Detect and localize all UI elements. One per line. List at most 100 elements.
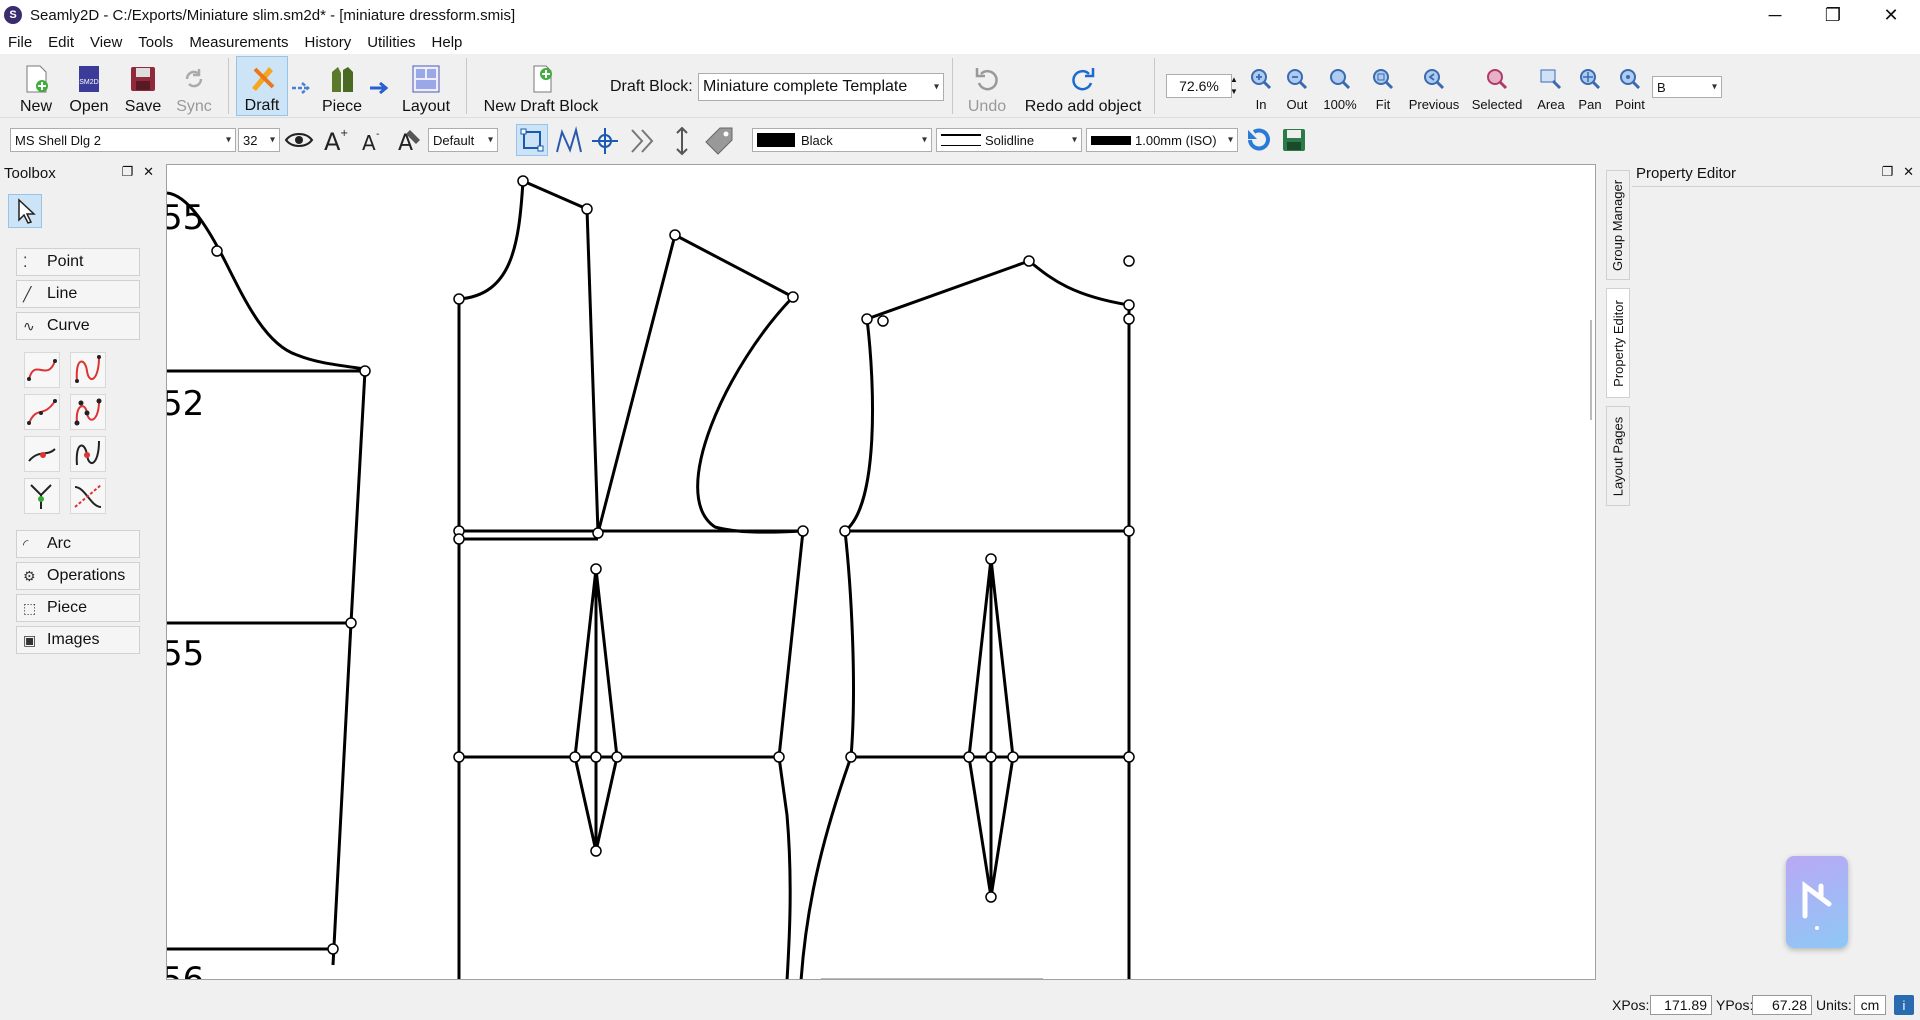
- redo-button[interactable]: Redo add object: [1020, 56, 1146, 116]
- property-editor-body: [1632, 186, 1920, 976]
- float-panel-icon[interactable]: ❐: [1881, 164, 1893, 180]
- zoom-in-button[interactable]: In: [1246, 60, 1276, 112]
- images-tool-group[interactable]: ▣ Images: [16, 626, 140, 654]
- menu-measurements[interactable]: Measurements: [181, 34, 296, 51]
- toolbox-panel: Toolbox ❐ ✕ ⁚ Point ╱ Line ∿ Curve ◜ Arc ⚙ Ope…: [0, 162, 160, 976]
- info-icon[interactable]: i: [1894, 995, 1914, 1015]
- chevron-down-icon: ▾: [1071, 134, 1077, 146]
- point-on-curve-tool[interactable]: [24, 436, 60, 472]
- line-weight-select[interactable]: 1.00mm (ISO) ▾: [1086, 128, 1238, 152]
- tag-icon[interactable]: [702, 124, 736, 156]
- menu-history[interactable]: History: [297, 34, 360, 51]
- pattern-drawing[interactable]: 55 52 55 56: [167, 165, 1596, 980]
- curves-intersection-tool[interactable]: [70, 478, 106, 514]
- cubic-spline-path-icon: [74, 398, 102, 426]
- zoom-area-button[interactable]: Area: [1534, 60, 1568, 112]
- units-value[interactable]: cm: [1854, 995, 1886, 1015]
- tab-property-editor[interactable]: Property Editor: [1606, 288, 1630, 398]
- point-tool-group[interactable]: ⁚ Point: [16, 248, 140, 276]
- new-file-icon: [26, 65, 48, 93]
- point-on-path-tool[interactable]: [70, 436, 106, 472]
- title-bar: S Seamly2D - C:/Exports/Miniature slim.s…: [0, 0, 1920, 30]
- menu-view[interactable]: View: [82, 34, 130, 51]
- open-button[interactable]: SM2D Open: [66, 56, 112, 116]
- menu-utilities[interactable]: Utilities: [359, 34, 423, 51]
- new-draft-block-button[interactable]: New Draft Block: [478, 56, 604, 116]
- piece-mode-button[interactable]: Piece: [318, 56, 366, 116]
- pan-button[interactable]: Pan: [1574, 60, 1606, 112]
- zoom-fit-icon: [1373, 69, 1394, 90]
- tab-group-manager[interactable]: Group Manager: [1606, 170, 1630, 280]
- close-panel-icon[interactable]: ✕: [143, 164, 154, 180]
- curve-tool-group[interactable]: ∿ Curve: [16, 312, 140, 340]
- drawing-canvas[interactable]: 55 52 55 56: [166, 164, 1596, 980]
- restore-button[interactable]: ❐: [1804, 0, 1862, 30]
- curve-intersect-axis-tool[interactable]: [24, 478, 60, 514]
- menu-file[interactable]: File: [0, 34, 40, 51]
- draft-pencil-icon: [252, 67, 275, 91]
- decrease-font-icon[interactable]: A-: [360, 128, 386, 154]
- new-button[interactable]: New: [14, 56, 58, 116]
- cubic-spline-tool[interactable]: [24, 394, 60, 430]
- label-style-icon[interactable]: A: [396, 126, 426, 154]
- label-style-select[interactable]: Default ▾: [428, 128, 498, 152]
- xpos-value: 171.89: [1650, 995, 1712, 1015]
- menu-bar: File Edit View Tools Measurements Histor…: [0, 30, 1920, 54]
- menu-tools[interactable]: Tools: [130, 34, 181, 51]
- save-button[interactable]: Save: [120, 56, 166, 116]
- piece-tool-group[interactable]: ⬚ Piece: [16, 594, 140, 622]
- menu-help[interactable]: Help: [424, 34, 471, 51]
- zoom-previous-button[interactable]: Previous: [1406, 60, 1462, 112]
- arrow-pointer-tool[interactable]: [8, 194, 42, 228]
- reset-format-icon[interactable]: [1244, 126, 1272, 154]
- save-format-icon[interactable]: [1280, 126, 1308, 154]
- line-tool-group[interactable]: ╱ Line: [16, 280, 140, 308]
- minimize-button[interactable]: ─: [1746, 0, 1804, 30]
- point-on-curve-icon: [28, 448, 56, 462]
- float-panel-icon[interactable]: ❐: [121, 164, 133, 180]
- zoom-out-button[interactable]: Out: [1282, 60, 1312, 112]
- arc-tool-group[interactable]: ◜ Arc: [16, 530, 140, 558]
- point-name-select[interactable]: B ▾: [1652, 76, 1722, 98]
- save-icon: [131, 67, 155, 91]
- operations-tool-group[interactable]: ⚙ Operations: [16, 562, 140, 590]
- spline-tool[interactable]: [24, 352, 60, 388]
- cubic-spline-path-tool[interactable]: [70, 394, 106, 430]
- tab-layout-pages[interactable]: Layout Pages: [1606, 406, 1630, 506]
- crosshair-icon[interactable]: [590, 126, 620, 156]
- chevron-down-icon: ▾: [269, 134, 275, 146]
- line-type-select[interactable]: Solidline ▾: [936, 128, 1082, 152]
- zoom-fit-button[interactable]: Fit: [1368, 60, 1398, 112]
- draft-mode-button[interactable]: Draft: [236, 56, 288, 116]
- spline-path-tool[interactable]: [70, 352, 106, 388]
- floating-assistant-button[interactable]: [1786, 856, 1848, 948]
- curve-snap-icon[interactable]: [554, 126, 584, 156]
- zoom-point-icon: [1620, 69, 1641, 90]
- zoom-selected-button[interactable]: Selected: [1468, 60, 1526, 112]
- sync-button[interactable]: Sync: [172, 56, 216, 116]
- xpos-label: XPos:: [1612, 997, 1650, 1013]
- font-size-select[interactable]: 32 ▾: [238, 128, 280, 152]
- gear-icon: ⚙: [23, 567, 36, 584]
- vertical-arrow-icon[interactable]: [672, 126, 692, 156]
- zoom-100-button[interactable]: 100%: [1320, 60, 1360, 112]
- draft-block-select[interactable]: Miniature complete Template ▾: [698, 73, 944, 101]
- zoom-spinner[interactable]: ▲ ▼: [1228, 74, 1240, 98]
- close-window-button[interactable]: ✕: [1862, 0, 1920, 30]
- chevron-forward-icon[interactable]: [628, 126, 662, 156]
- zoom-level-field[interactable]: 72.6%: [1166, 74, 1232, 98]
- menu-edit[interactable]: Edit: [40, 34, 82, 51]
- color-select[interactable]: Black ▾: [752, 128, 932, 152]
- undo-button[interactable]: Undo: [958, 56, 1016, 116]
- font-select[interactable]: MS Shell Dlg 2 ▾: [10, 128, 236, 152]
- zoom-in-icon: [1251, 69, 1272, 90]
- sync-icon: [185, 69, 203, 88]
- svg-text:A: A: [362, 131, 376, 154]
- increase-font-icon[interactable]: A +: [322, 126, 350, 154]
- zoom-point-button[interactable]: Point: [1612, 60, 1648, 112]
- vertical-scrollbar[interactable]: [1590, 320, 1592, 420]
- tool-select-toggle[interactable]: [516, 124, 548, 156]
- layout-mode-button[interactable]: Layout: [396, 56, 456, 116]
- close-panel-icon[interactable]: ✕: [1903, 164, 1914, 180]
- eye-icon[interactable]: [284, 128, 314, 152]
